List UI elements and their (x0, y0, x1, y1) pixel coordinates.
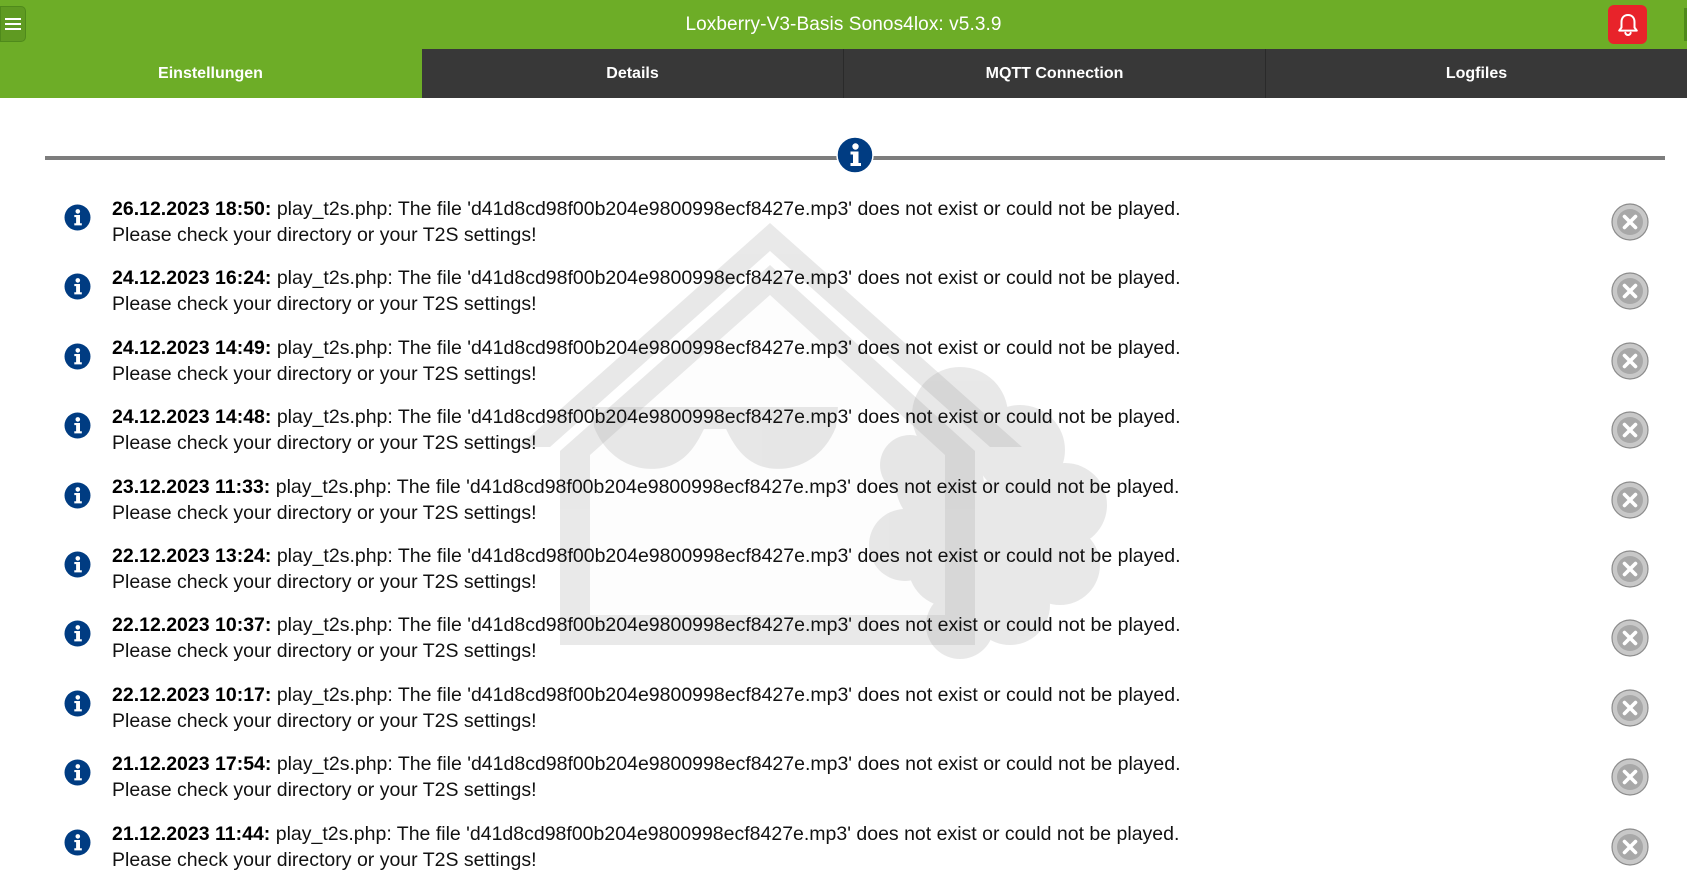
message-body: play_t2s.php: The file 'd41d8cd98f00b204… (276, 406, 1181, 429)
list-item: 21.12.2023 11:44: play_t2s.php: The file… (0, 817, 1687, 873)
close-circle-icon[interactable] (1611, 342, 1649, 380)
info-icon (836, 136, 874, 174)
message-timestamp: 23.12.2023 11:33: (112, 475, 271, 498)
close-circle-icon[interactable] (1611, 619, 1649, 657)
tab-bar: Einstellungen Details MQTT Connection Lo… (0, 49, 1687, 98)
message-text: 24.12.2023 14:49: play_t2s.php: The file… (112, 335, 1512, 387)
list-item: 22.12.2023 13:24: play_t2s.php: The file… (0, 539, 1687, 608)
info-icon (64, 759, 91, 786)
message-body: play_t2s.php: The file 'd41d8cd98f00b204… (276, 544, 1181, 567)
message-timestamp: 24.12.2023 14:48: (112, 406, 272, 429)
app-title: Loxberry-V3-Basis Sonos4lox: v5.3.9 (685, 14, 1002, 35)
tab-logfiles[interactable]: Logfiles (1266, 49, 1687, 98)
list-item: 22.12.2023 10:37: play_t2s.php: The file… (0, 608, 1687, 677)
page: Loxberry-V3-Basis Sonos4lox: v5.3.9 Eins… (0, 0, 1687, 873)
list-item: 22.12.2023 10:17: play_t2s.php: The file… (0, 678, 1687, 747)
message-body-line2: Please check your directory or your T2S … (112, 432, 537, 455)
tab-einstellungen[interactable]: Einstellungen (0, 49, 422, 98)
close-circle-icon[interactable] (1611, 411, 1649, 449)
info-icon (64, 343, 91, 370)
close-circle-icon[interactable] (1611, 827, 1649, 866)
message-timestamp: 24.12.2023 14:49: (112, 336, 272, 359)
info-icon (64, 412, 91, 439)
message-text: 21.12.2023 17:54: play_t2s.php: The file… (112, 751, 1512, 803)
message-body-line2: Please check your directory or your T2S … (112, 293, 537, 316)
message-list: 26.12.2023 18:50: play_t2s.php: The file… (0, 192, 1687, 873)
message-timestamp: 22.12.2023 10:17: (112, 683, 272, 706)
info-icon (64, 690, 91, 717)
message-body-line2: Please check your directory or your T2S … (112, 362, 537, 385)
message-body: play_t2s.php: The file 'd41d8cd98f00b204… (276, 683, 1181, 706)
info-icon (64, 620, 91, 647)
tab-mqtt-connection[interactable]: MQTT Connection (844, 49, 1266, 98)
message-timestamp: 22.12.2023 13:24: (112, 544, 272, 567)
message-text: 21.12.2023 11:44: play_t2s.php: The file… (112, 821, 1512, 873)
message-body-line2: Please check your directory or your T2S … (112, 848, 537, 871)
message-body-line2: Please check your directory or your T2S … (112, 709, 537, 732)
notifications-button[interactable] (1608, 5, 1647, 44)
bell-icon (1617, 13, 1638, 36)
list-item: 23.12.2023 11:33: play_t2s.php: The file… (0, 470, 1687, 539)
message-body: play_t2s.php: The file 'd41d8cd98f00b204… (276, 198, 1181, 220)
message-timestamp: 22.12.2023 10:37: (112, 614, 272, 637)
list-item: 24.12.2023 14:49: play_t2s.php: The file… (0, 331, 1687, 400)
list-item: 24.12.2023 14:48: play_t2s.php: The file… (0, 400, 1687, 469)
info-icon (64, 482, 91, 509)
message-timestamp: 21.12.2023 17:54: (112, 753, 272, 776)
close-circle-icon[interactable] (1611, 689, 1649, 727)
close-circle-icon[interactable] (1611, 550, 1649, 588)
message-text: 22.12.2023 13:24: play_t2s.php: The file… (112, 543, 1512, 595)
info-icon (64, 829, 91, 856)
message-body-line2: Please check your directory or your T2S … (112, 501, 537, 524)
message-timestamp: 26.12.2023 18:50: (112, 198, 272, 220)
list-item: 24.12.2023 16:24: play_t2s.php: The file… (0, 261, 1687, 330)
close-circle-icon[interactable] (1611, 758, 1649, 796)
message-body-line2: Please check your directory or your T2S … (112, 640, 537, 663)
list-item: 26.12.2023 18:50: play_t2s.php: The file… (0, 192, 1687, 261)
info-icon (64, 204, 91, 231)
close-circle-icon[interactable] (1611, 203, 1649, 241)
list-item: 21.12.2023 17:54: play_t2s.php: The file… (0, 747, 1687, 816)
info-icon (64, 551, 91, 578)
close-circle-icon[interactable] (1611, 272, 1649, 310)
message-text: 22.12.2023 10:17: play_t2s.php: The file… (112, 682, 1512, 734)
message-body: play_t2s.php: The file 'd41d8cd98f00b204… (276, 267, 1181, 290)
message-text: 22.12.2023 10:37: play_t2s.php: The file… (112, 612, 1512, 664)
message-body: play_t2s.php: The file 'd41d8cd98f00b204… (276, 336, 1181, 359)
message-timestamp: 24.12.2023 16:24: (112, 267, 272, 290)
message-body-line2: Please check your directory or your T2S … (112, 224, 537, 246)
message-body: play_t2s.php: The file 'd41d8cd98f00b204… (275, 822, 1180, 845)
header-bar: Loxberry-V3-Basis Sonos4lox: v5.3.9 (0, 0, 1687, 49)
message-text: 24.12.2023 16:24: play_t2s.php: The file… (112, 265, 1512, 317)
message-text: 24.12.2023 14:48: play_t2s.php: The file… (112, 404, 1512, 456)
message-body-line2: Please check your directory or your T2S … (112, 779, 537, 802)
message-body: play_t2s.php: The file 'd41d8cd98f00b204… (276, 753, 1181, 776)
info-icon (64, 273, 91, 300)
message-text: 26.12.2023 18:50: play_t2s.php: The file… (112, 196, 1512, 248)
message-body: play_t2s.php: The file 'd41d8cd98f00b204… (275, 475, 1180, 498)
message-body-line2: Please check your directory or your T2S … (112, 570, 537, 593)
message-body: play_t2s.php: The file 'd41d8cd98f00b204… (276, 614, 1181, 637)
message-timestamp: 21.12.2023 11:44: (112, 822, 271, 845)
tab-details[interactable]: Details (422, 49, 844, 98)
message-text: 23.12.2023 11:33: play_t2s.php: The file… (112, 474, 1512, 526)
close-circle-icon[interactable] (1611, 480, 1649, 519)
